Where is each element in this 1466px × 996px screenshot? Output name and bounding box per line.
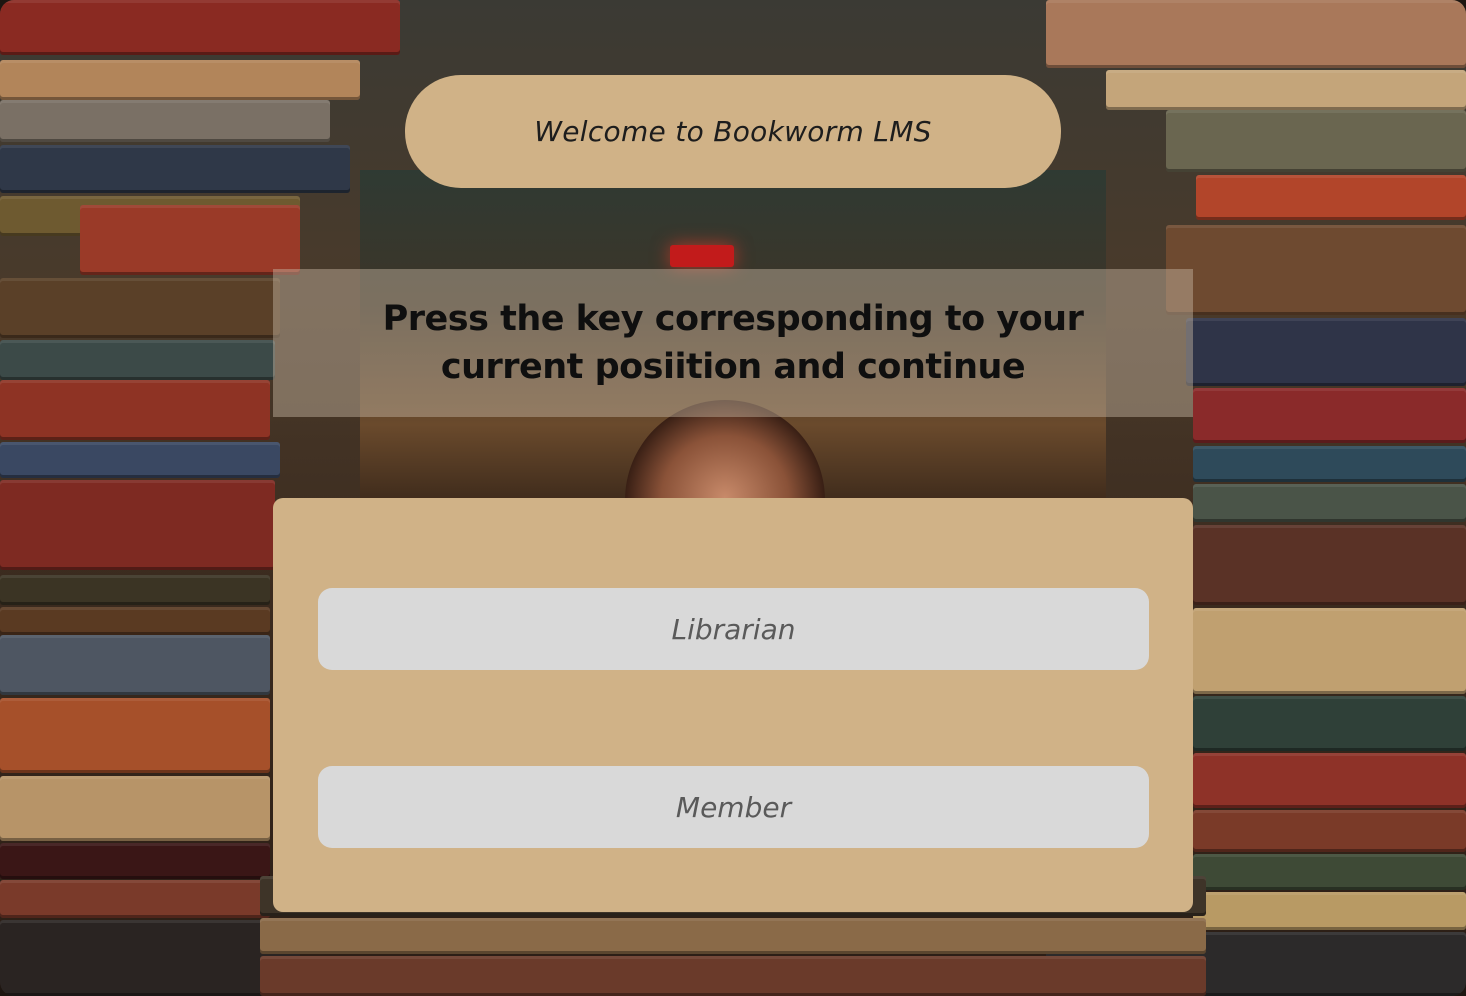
welcome-title: Welcome to Bookworm LMS	[534, 115, 932, 148]
exit-sign-decoration	[670, 245, 734, 267]
role-selection-panel: Librarian Member	[273, 498, 1193, 912]
librarian-button[interactable]: Librarian	[318, 588, 1149, 670]
app-window: Welcome to Bookworm LMS Press the key co…	[0, 0, 1466, 996]
instruction-banner: Press the key corresponding to your curr…	[273, 269, 1193, 417]
member-button[interactable]: Member	[318, 766, 1149, 848]
welcome-banner: Welcome to Bookworm LMS	[405, 75, 1061, 188]
instruction-text: Press the key corresponding to your curr…	[382, 299, 1084, 387]
